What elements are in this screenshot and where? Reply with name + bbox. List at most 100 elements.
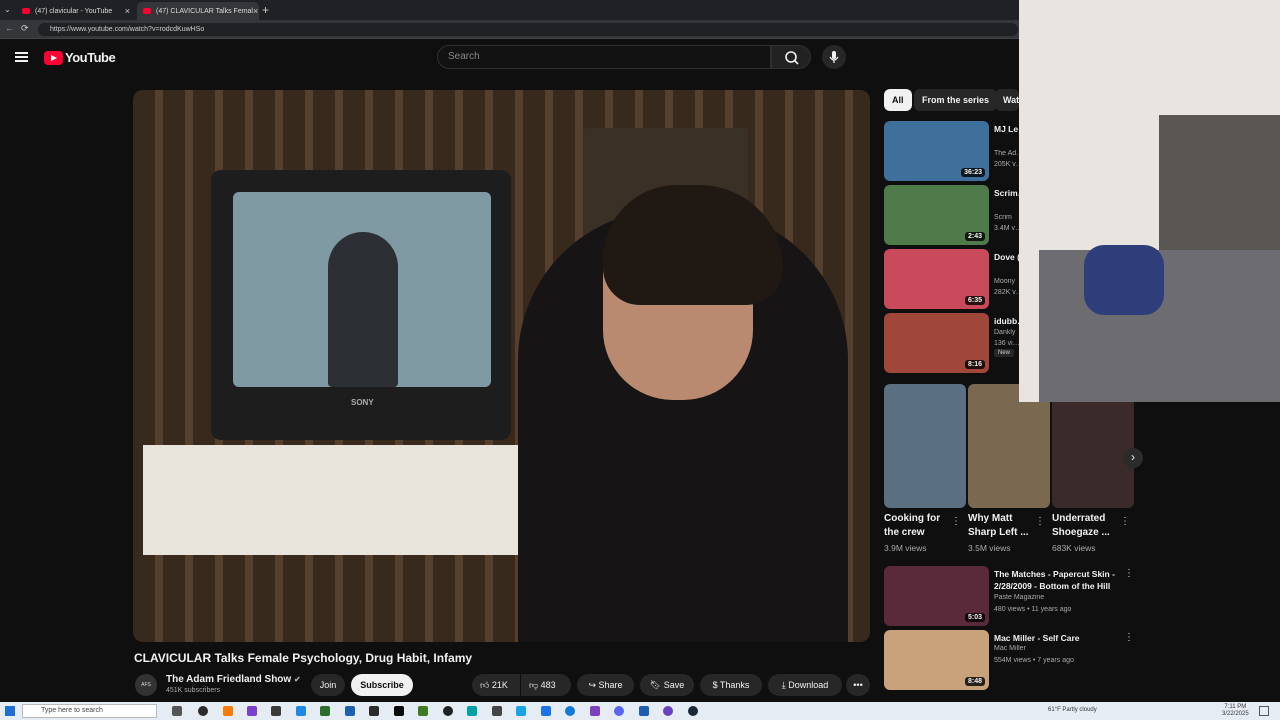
channel-name[interactable]: The Adam Friedland Show ✔ [166,674,301,685]
app-icon[interactable] [467,706,477,716]
share-icon: ↪ [588,680,596,690]
recommendation-channel: Mac Miller [994,645,1026,652]
dislike-button[interactable]: 👎︎ 483 [521,674,571,696]
short-views: 3.5M views [968,543,1011,553]
download-button[interactable]: ⤓ Download [768,674,842,696]
app-icon[interactable] [418,706,428,716]
app-icon[interactable] [223,706,233,716]
recommendation-title[interactable]: Mac Miller - Self Care [994,632,1116,644]
app-icon[interactable] [247,706,257,716]
tab-clavicular[interactable]: (47) clavicular - YouTube × [16,2,136,20]
tv-brand-label: SONY [351,398,374,407]
short-thumbnail[interactable] [1052,384,1134,508]
app-icon[interactable] [492,706,502,716]
notification-icon[interactable] [1259,706,1269,716]
tab-list-chevron-icon[interactable]: ⌄ [4,5,11,14]
app-icon[interactable] [271,706,281,716]
app-icon[interactable] [394,706,404,716]
tv-guest [328,232,398,387]
tab-title: (47) clavicular - YouTube [35,7,113,15]
url-field[interactable]: https://www.youtube.com/watch?v=rodcdKuw… [38,23,1018,36]
app-icon[interactable] [345,706,355,716]
verified-icon: ✔ [293,675,301,684]
search-input[interactable]: Search [437,45,771,69]
hamburger-menu-icon[interactable] [15,52,28,62]
app-icon[interactable] [296,706,306,716]
app-icon[interactable] [320,706,330,716]
thumbs-down-icon: 👎︎ [529,680,539,690]
clock-time: 7:11 PM [1224,704,1247,710]
subscribe-button[interactable]: Subscribe [351,674,413,696]
tv-stand [143,445,523,555]
app-icon[interactable] [565,706,575,716]
voice-search-button[interactable] [822,45,846,69]
video-thumbnail[interactable]: 8:16 [884,313,989,373]
shorts-next-icon[interactable]: › [1123,448,1143,468]
short-views: 683K views [1052,543,1096,553]
short-more-icon[interactable]: ⋮ [1120,516,1270,527]
video-duration: 36:23 [961,168,985,177]
short-thumbnail[interactable] [884,384,966,508]
webcam-overlay [1019,0,1280,402]
short-title[interactable]: Cooking for the crew [884,512,954,540]
download-icon: ⤓ [781,680,786,690]
app-icon[interactable] [516,706,526,716]
windows-start-icon[interactable] [5,706,15,716]
youtube-logo[interactable]: YouTube [44,50,116,65]
video-duration: 8:16 [964,360,985,369]
app-icon[interactable] [590,706,600,716]
video-thumbnail[interactable]: 5:03 [884,566,989,626]
short-thumbnail[interactable] [968,384,1050,508]
recommendation-item[interactable]: 8:48 Mac Miller - Self Care Mac Miller 5… [884,630,1144,690]
new-badge: New [994,349,1015,357]
search-button[interactable] [771,45,811,69]
save-button[interactable]: 🔖︎ Save [640,674,694,696]
app-icon[interactable] [663,706,673,716]
video-thumbnail[interactable]: 2:43 [884,185,989,245]
taskbar-clock[interactable]: 7:11 PM 3/22/2025 [1222,704,1249,718]
video-thumbnail[interactable]: 8:48 [884,630,989,690]
subscriber-count: 451K subscribers [166,687,221,694]
more-actions-button[interactable]: ••• [846,674,870,696]
back-icon[interactable]: ← [5,23,14,33]
video-more-icon[interactable]: ⋮ [1124,632,1134,643]
task-view-icon[interactable] [172,706,182,716]
search-icon [785,51,799,65]
close-tab-icon[interactable]: × [125,6,130,16]
channel-avatar[interactable]: AFS [135,674,157,696]
short-views: 3.9M views [884,543,927,553]
chip-from-series[interactable]: From the series [914,89,998,111]
recommendation-title[interactable]: The Matches - Papercut Skin - 2/28/2009 … [994,568,1119,592]
recommendation-item[interactable]: 5:03 The Matches - Papercut Skin - 2/28/… [884,566,1144,626]
like-button[interactable]: 👍︎ 21K [472,674,520,696]
logo-text: YouTube [65,50,116,65]
app-icon[interactable] [688,706,698,716]
recommendation-views: 480 views • 11 years ago [994,606,1072,613]
reload-icon[interactable]: ⟳ [21,23,29,34]
app-icon[interactable] [614,706,624,716]
video-more-icon[interactable]: ⋮ [1124,568,1134,579]
tab-video[interactable]: (47) CLAVICULAR Talks Femal × [137,2,259,20]
app-icon[interactable] [198,706,208,716]
thanks-button[interactable]: $ Thanks [700,674,762,696]
youtube-play-icon [44,50,63,65]
join-button[interactable]: Join [311,674,345,696]
recommendation-channel: Paste Magazine [994,594,1045,601]
app-icon[interactable] [639,706,649,716]
chip-watched[interactable]: Wat [995,89,1019,111]
new-tab-icon[interactable]: + [262,3,269,17]
youtube-favicon-icon [143,8,151,14]
app-icon[interactable] [369,706,379,716]
video-thumbnail[interactable]: 36:23 [884,121,989,181]
app-icon[interactable] [443,706,453,716]
video-thumbnail[interactable]: 6:35 [884,249,989,309]
weather-widget[interactable]: 61°F Partly cloudy [1048,707,1097,713]
share-button[interactable]: ↪ Share [577,674,634,696]
taskbar-search-input[interactable]: Type here to search [22,704,157,718]
video-player[interactable]: SONY [133,90,870,642]
chip-all[interactable]: All [884,89,912,111]
super-thanks-icon: $ [712,680,718,690]
tab-title: (47) CLAVICULAR Talks Femal [156,7,253,15]
app-icon[interactable] [541,706,551,716]
close-tab-icon[interactable]: × [253,6,258,16]
